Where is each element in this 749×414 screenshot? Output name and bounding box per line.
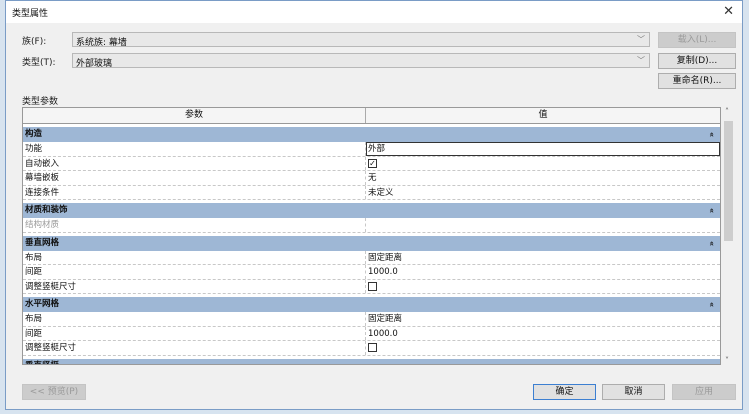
value-cell[interactable] — [366, 280, 720, 294]
chevron-down-icon: ﹀ — [637, 56, 645, 65]
group-name: 水平网格 — [25, 299, 60, 309]
value-cell[interactable]: 未定义 — [366, 186, 720, 200]
value-cell[interactable]: 1000.0 — [366, 327, 720, 341]
group-name: 材质和装饰 — [25, 205, 68, 215]
group-header[interactable]: 垂直网格 » — [23, 235, 720, 251]
collapse-icon[interactable]: » — [704, 208, 719, 213]
family-value: 系统族: 幕墙 — [76, 38, 127, 48]
param-name: 间距 — [23, 265, 366, 279]
table-row[interactable]: 调整竖梃尺寸 — [23, 279, 720, 294]
param-name: 功能 — [23, 142, 366, 156]
param-value: 1000.0 — [368, 267, 398, 277]
value-cell[interactable] — [366, 218, 720, 232]
param-name: 连接条件 — [23, 185, 366, 199]
type-properties-dialog: 类型属性 ✕ 族(F): 系统族: 幕墙 ﹀ 类型(T): 外部玻璃 ﹀ 载入(L)… — [5, 0, 743, 410]
param-name: 布局 — [23, 312, 366, 326]
title-bar: 类型属性 ✕ — [6, 1, 742, 23]
collapse-icon[interactable]: » — [704, 240, 719, 245]
param-value: 1000.0 — [368, 328, 398, 339]
value-cell[interactable]: 无 — [366, 171, 720, 185]
close-icon[interactable]: ✕ — [723, 4, 734, 19]
collapse-icon[interactable]: » — [704, 302, 719, 307]
type-label: 类型(T): — [22, 58, 56, 68]
param-name: 间距 — [23, 326, 366, 340]
table-row[interactable]: 间距 1000.0 — [23, 326, 720, 341]
apply-button[interactable]: 应用 — [672, 384, 736, 400]
param-name: 调整竖梃尺寸 — [23, 341, 366, 355]
param-value: 无 — [368, 173, 377, 183]
duplicate-button[interactable]: 复制(D)... — [658, 53, 736, 69]
scroll-up-icon[interactable]: ˄ — [725, 107, 729, 116]
table-row[interactable]: 自动嵌入 ✓ — [23, 156, 720, 171]
value-cell[interactable]: ✓ — [366, 157, 720, 171]
param-value: 外部 — [368, 144, 386, 154]
load-button[interactable]: 载入(L)... — [658, 32, 736, 48]
vertical-scrollbar[interactable]: ˄ ˅ — [722, 107, 735, 365]
group-name: 垂直竖梃 — [25, 361, 59, 365]
group-header[interactable]: 构造 » — [23, 127, 720, 142]
param-value: 未定义 — [368, 187, 394, 198]
table-row[interactable]: 结构材质 — [23, 218, 720, 233]
value-cell[interactable]: 固定距离 — [366, 312, 720, 326]
table-row[interactable]: 布局 固定距离 — [23, 312, 720, 327]
group-name: 构造 — [25, 129, 43, 139]
scrollbar-thumb[interactable] — [724, 121, 733, 241]
cancel-button[interactable]: 取消 — [602, 384, 665, 400]
table-row[interactable]: 幕墙嵌板无 — [23, 171, 720, 186]
param-name: 自动嵌入 — [23, 156, 366, 170]
ok-button[interactable]: 确定 — [533, 384, 596, 400]
group-header[interactable]: 材质和装饰 » — [23, 203, 720, 218]
param-name: 结构材质 — [23, 218, 366, 232]
preview-button[interactable]: << 预览(P) — [22, 384, 86, 400]
value-cell[interactable]: 1000.0 — [366, 265, 720, 279]
family-label: 族(F): — [22, 37, 47, 47]
param-name: 调整竖梃尺寸 — [23, 279, 366, 293]
table-row[interactable]: 功能 外部 — [23, 142, 720, 157]
param-name: 布局 — [23, 250, 366, 264]
collapse-icon[interactable]: » — [704, 132, 719, 137]
param-value: 固定距离 — [368, 314, 403, 324]
param-name: 幕墙嵌板 — [23, 171, 366, 185]
group-header[interactable]: 垂直竖梃 » — [23, 358, 720, 365]
column-header-param[interactable]: 参数 — [23, 108, 366, 123]
table-header: 参数 值 — [23, 108, 720, 124]
chevron-down-icon: ﹀ — [637, 35, 645, 44]
type-params-label: 类型参数 — [22, 97, 59, 107]
family-dropdown[interactable]: 系统族: 幕墙 ﹀ — [72, 32, 650, 48]
group-name: 垂直网格 — [25, 237, 60, 248]
table-row[interactable]: 连接条件 未定义 — [23, 185, 720, 200]
checkbox[interactable] — [368, 281, 377, 291]
rename-button[interactable]: 重命名(R)... — [658, 73, 736, 89]
value-cell[interactable] — [366, 341, 720, 355]
param-value: 固定距离 — [368, 252, 403, 263]
column-header-value[interactable]: 值 — [366, 108, 720, 123]
collapse-icon[interactable]: » — [704, 363, 719, 364]
scroll-down-icon[interactable]: ˅ — [725, 356, 729, 365]
group-header[interactable]: 水平网格 » — [23, 297, 720, 312]
value-cell[interactable]: 外部 — [366, 142, 720, 156]
checkbox[interactable]: ✓ — [368, 158, 377, 168]
type-dropdown[interactable]: 外部玻璃 ﹀ — [72, 53, 650, 69]
table-row[interactable]: 调整竖梃尺寸 — [23, 341, 720, 356]
type-parameters-table: 参数 值 构造» 功能 外部 自动嵌入 ✓ 幕墙嵌板无连接条件 未定义 材质和装饰» 结构材质垂… — [22, 107, 721, 365]
value-cell[interactable]: 固定距离 — [366, 251, 720, 265]
dialog-title: 类型属性 — [12, 9, 49, 19]
type-value: 外部玻璃 — [76, 59, 113, 69]
table-row[interactable]: 布局 固定距离 — [23, 250, 720, 265]
table-row[interactable]: 间距 1000.0 — [23, 265, 720, 280]
checkbox[interactable] — [368, 343, 377, 352]
